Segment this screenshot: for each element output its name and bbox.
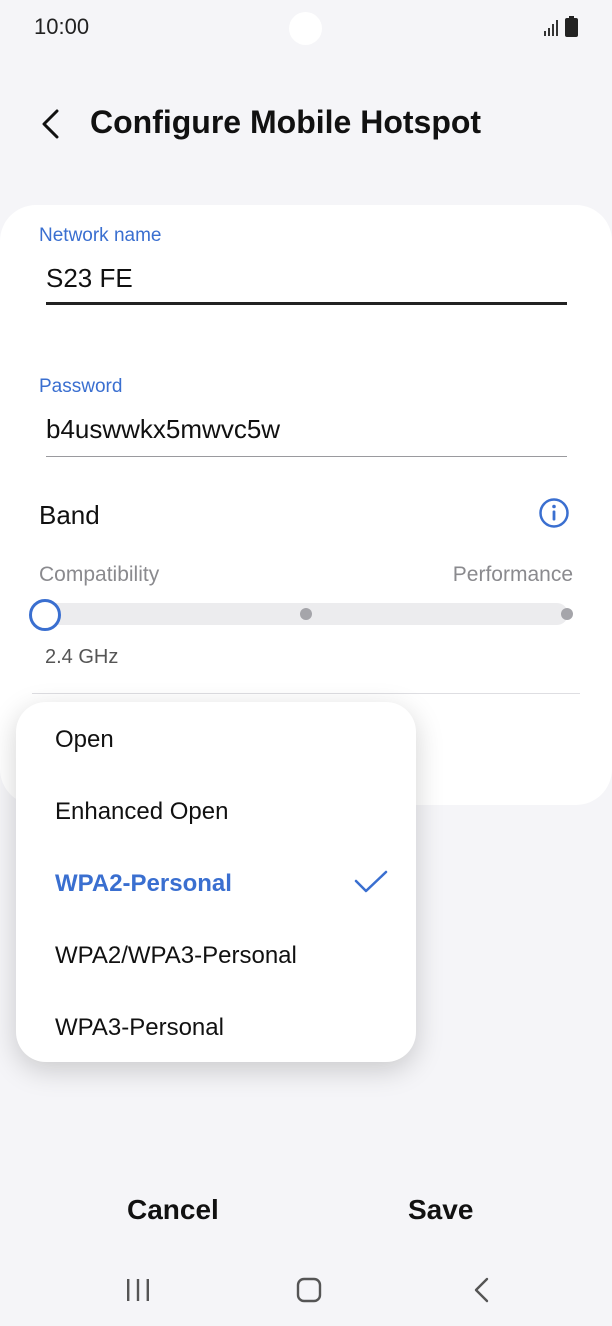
band-value: 2.4 GHz [45, 646, 119, 668]
back-icon[interactable] [468, 1276, 496, 1304]
status-time: 10:00 [34, 14, 90, 39]
save-button[interactable]: Save [408, 1194, 473, 1226]
navigation-bar [0, 1260, 612, 1320]
slider-step-dot [300, 608, 312, 620]
network-name-label: Network name [39, 225, 162, 246]
home-icon[interactable] [295, 1276, 323, 1304]
status-icons [543, 16, 578, 37]
password-input[interactable]: b4uswwkx5mwvc5w [46, 414, 280, 445]
password-underline [46, 456, 567, 457]
option-wpa3-personal[interactable]: WPA3-Personal [55, 1014, 224, 1042]
info-icon[interactable] [538, 497, 570, 529]
back-button[interactable] [28, 104, 72, 144]
password-label: Password [39, 376, 123, 397]
camera-cutout [289, 12, 322, 45]
option-wpa2-personal[interactable]: WPA2-Personal [55, 870, 232, 898]
signal-icon [544, 20, 558, 36]
network-name-underline [46, 302, 567, 305]
status-bar: 10:00 [0, 0, 612, 60]
security-dropdown: Open Enhanced Open WPA2-Personal WPA2/WP… [16, 702, 416, 1062]
back-arrow-icon [42, 109, 59, 139]
band-label: Band [39, 500, 100, 530]
divider [32, 693, 580, 694]
cancel-button[interactable]: Cancel [127, 1194, 219, 1226]
network-name-input[interactable]: S23 FE [46, 263, 133, 294]
checkmark-icon [354, 870, 388, 893]
header: Configure Mobile Hotspot [0, 90, 612, 156]
page-title: Configure Mobile Hotspot [90, 104, 482, 140]
recent-apps-icon[interactable] [124, 1276, 152, 1304]
slider-left-label: Compatibility [39, 563, 160, 586]
slider-right-label: Performance [452, 563, 573, 586]
option-open[interactable]: Open [55, 726, 114, 754]
band-slider-thumb[interactable] [29, 599, 61, 631]
option-wpa2-wpa3-personal[interactable]: WPA2/WPA3-Personal [55, 942, 297, 970]
battery-icon [565, 16, 578, 37]
slider-step-dot [561, 608, 573, 620]
option-enhanced-open[interactable]: Enhanced Open [55, 798, 228, 826]
